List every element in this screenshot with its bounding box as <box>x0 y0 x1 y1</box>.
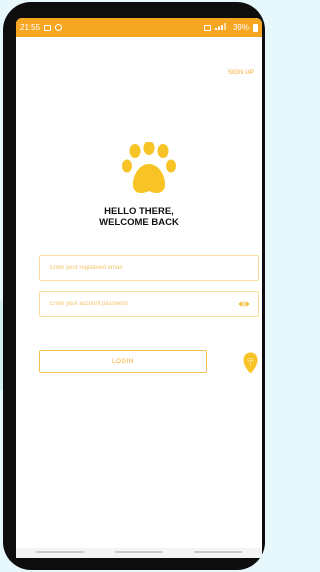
nav-home-button[interactable] <box>115 551 163 553</box>
gallery-notification-icon <box>44 24 52 31</box>
paw-icon <box>122 142 176 194</box>
alarm-icon <box>203 24 211 31</box>
login-button[interactable]: LOGIN <box>39 350 207 373</box>
sign-up-link[interactable]: SIGN UP <box>228 70 254 76</box>
signal-icon <box>214 23 229 32</box>
battery-icon <box>253 23 258 32</box>
app-screen: 21:55 39% SIGN UP HELLO THERE, WELCOME B… <box>16 18 262 558</box>
status-time: 21:55 <box>20 23 41 32</box>
email-input[interactable] <box>48 264 250 272</box>
status-right: 39% <box>203 23 258 32</box>
phone-frame: 21:55 39% SIGN UP HELLO THERE, WELCOME B… <box>3 2 265 570</box>
welcome-heading: HELLO THERE, WELCOME BACK <box>16 206 262 228</box>
nav-recents-button[interactable] <box>194 551 242 553</box>
nav-back-button[interactable] <box>36 551 84 553</box>
email-field[interactable] <box>39 255 259 281</box>
password-input[interactable] <box>48 300 238 308</box>
password-field[interactable] <box>39 291 259 317</box>
fingerprint-icon[interactable] <box>243 352 258 374</box>
eye-icon[interactable] <box>238 300 250 308</box>
battery-percent: 39% <box>232 23 249 32</box>
greeting-line-2: WELCOME BACK <box>99 217 179 228</box>
status-bar: 21:55 39% <box>16 18 262 37</box>
app-notification-icon <box>55 24 63 31</box>
navigation-bar <box>16 548 262 558</box>
greeting-line-1: HELLO THERE, <box>104 206 174 217</box>
status-left: 21:55 <box>20 23 63 32</box>
